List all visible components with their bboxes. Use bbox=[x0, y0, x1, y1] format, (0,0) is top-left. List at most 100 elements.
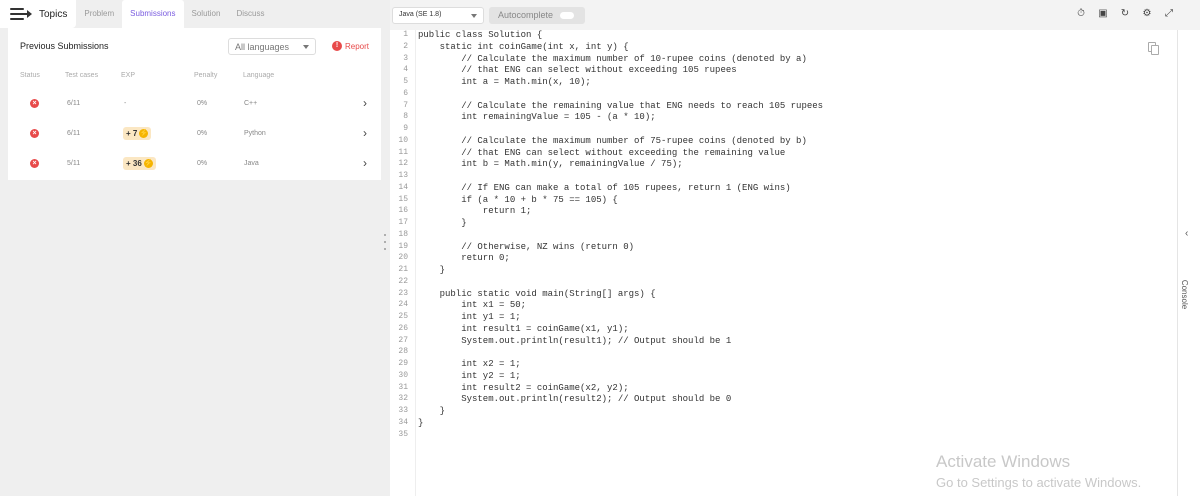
menu-icon bbox=[10, 8, 32, 20]
code-line[interactable]: // Otherwise, NZ wins (return 0) bbox=[418, 242, 634, 252]
language-filter-value: All languages bbox=[235, 42, 290, 52]
submission-row[interactable]: × 6/11 - 0% C++ › bbox=[8, 89, 381, 119]
line-number: 22 bbox=[398, 276, 408, 286]
failed-icon: × bbox=[30, 99, 39, 108]
test-cases: 5/11 bbox=[67, 160, 81, 167]
code-line[interactable]: static int coinGame(int x, int y) { bbox=[418, 42, 629, 52]
submission-row[interactable]: × 5/11 + 36 ⚡ 0% Java › bbox=[8, 149, 381, 179]
tab-discuss[interactable]: Discuss bbox=[228, 0, 272, 28]
chevron-left-icon[interactable]: ‹ bbox=[1185, 228, 1188, 239]
code-line[interactable]: } bbox=[418, 418, 423, 428]
resize-handle[interactable] bbox=[384, 234, 387, 255]
language-select[interactable]: Java (SE 1.8) bbox=[392, 7, 484, 24]
fullscreen-icon[interactable]: ⤢ bbox=[1163, 8, 1175, 20]
console-label: Console bbox=[1180, 279, 1190, 310]
language: Java bbox=[244, 160, 259, 167]
editor-toolbar: Java (SE 1.8) Autocomplete ⏱ ▣ ↻ ⚙ ⤢ bbox=[390, 0, 1200, 30]
code-line[interactable]: int y2 = 1; bbox=[418, 371, 520, 381]
code-line[interactable]: int remainingValue = 105 - (a * 10); bbox=[418, 112, 655, 122]
top-nav: Topics Problem Submissions Solution Disc… bbox=[0, 0, 390, 28]
language: Python bbox=[244, 130, 266, 137]
exp-badge: + 36 ⚡ bbox=[123, 157, 156, 170]
code-line[interactable]: System.out.println(result1); // Output s… bbox=[418, 336, 731, 346]
line-gutter: 1 2 3 4 5 6 7 8 9 10 11 12 13 14 15 16 17 18 19 20 21 22 23 24 2… bbox=[390, 30, 416, 496]
gear-icon[interactable]: ⚙ bbox=[1141, 8, 1153, 20]
line-number: 28 bbox=[398, 347, 408, 357]
language: C++ bbox=[244, 100, 258, 107]
line-number: 30 bbox=[398, 370, 408, 380]
line-number: 14 bbox=[398, 182, 408, 192]
chevron-right-icon[interactable]: › bbox=[363, 96, 367, 110]
code-line[interactable]: return 0; bbox=[418, 253, 510, 263]
code-line[interactable]: // Calculate the remaining value that EN… bbox=[418, 101, 823, 111]
code-line[interactable]: } bbox=[418, 406, 445, 416]
code-line[interactable]: System.out.println(result2); // Output s… bbox=[418, 394, 731, 404]
code-line[interactable]: int y1 = 1; bbox=[418, 312, 520, 322]
line-number: 18 bbox=[398, 229, 408, 239]
line-number: 34 bbox=[398, 417, 408, 427]
line-number: 32 bbox=[398, 394, 408, 404]
exp-badge: + 7 ⚡ bbox=[123, 127, 152, 140]
tab-solution[interactable]: Solution bbox=[184, 0, 229, 28]
header-exp: EXP bbox=[121, 72, 136, 79]
header-penalty: Penalty bbox=[194, 72, 218, 79]
code-editor[interactable]: 1 2 3 4 5 6 7 8 9 10 11 12 13 14 15 16 17 18 19 20 21 22 23 24 2… bbox=[390, 30, 1177, 496]
code-line[interactable]: public static void main(String[] args) { bbox=[418, 289, 656, 299]
code-line[interactable]: int x2 = 1; bbox=[418, 359, 520, 369]
console-bar[interactable]: ‹ Console bbox=[1177, 30, 1200, 496]
code-line[interactable]: // If ENG can make a total of 105 rupees… bbox=[418, 183, 790, 193]
code-line[interactable]: int result1 = coinGame(x1, y1); bbox=[418, 324, 628, 334]
line-number: 25 bbox=[398, 312, 408, 321]
code-line[interactable]: // that ENG can select without exceeding… bbox=[418, 148, 785, 158]
windows-watermark: Activate Windows Go to Settings to activ… bbox=[936, 452, 1141, 490]
save-icon[interactable]: ▣ bbox=[1097, 8, 1109, 20]
chevron-right-icon[interactable]: › bbox=[363, 126, 367, 140]
line-number: 5 bbox=[403, 77, 408, 86]
tab-submissions[interactable]: Submissions bbox=[122, 0, 184, 28]
report-button[interactable]: ! Report bbox=[332, 41, 369, 51]
code-line[interactable]: int a = Math.min(x, 10); bbox=[418, 77, 591, 87]
line-number: 2 bbox=[403, 41, 408, 51]
code-line[interactable]: return 1; bbox=[418, 206, 532, 216]
chevron-right-icon[interactable]: › bbox=[363, 156, 367, 170]
topics-label: Topics bbox=[39, 8, 68, 20]
line-number: 33 bbox=[398, 406, 408, 415]
code-line[interactable]: int b = Math.min(y, remainingValue / 75)… bbox=[418, 159, 682, 169]
report-label: Report bbox=[345, 41, 370, 51]
left-panel: Topics Problem Submissions Solution Disc… bbox=[0, 0, 390, 496]
test-cases: 6/11 bbox=[67, 130, 81, 137]
line-number: 24 bbox=[398, 300, 408, 310]
toggle-switch[interactable] bbox=[560, 12, 574, 19]
submission-row[interactable]: × 6/11 + 7 ⚡ 0% Python › bbox=[8, 119, 381, 149]
watermark-title: Activate Windows bbox=[936, 452, 1071, 471]
topics-button[interactable]: Topics bbox=[0, 0, 77, 28]
submissions-card: Previous Submissions All languages ! Rep… bbox=[8, 28, 381, 180]
autocomplete-toggle[interactable]: Autocomplete bbox=[489, 7, 585, 24]
line-number: 10 bbox=[398, 135, 408, 145]
code-line[interactable]: } bbox=[418, 265, 445, 275]
language-filter[interactable]: All languages bbox=[228, 38, 316, 55]
line-number: 20 bbox=[398, 253, 408, 263]
failed-icon: × bbox=[30, 129, 39, 138]
timer-icon[interactable]: ⏱ bbox=[1075, 8, 1087, 20]
test-cases: 6/11 bbox=[67, 100, 81, 107]
line-number: 15 bbox=[398, 194, 408, 204]
tab-problem[interactable]: Problem bbox=[76, 0, 122, 28]
code-line[interactable]: // Calculate the maximum number of 75-ru… bbox=[418, 136, 807, 146]
reset-icon[interactable]: ↻ bbox=[1119, 8, 1131, 20]
line-number: 16 bbox=[398, 206, 408, 216]
line-number: 26 bbox=[398, 323, 408, 333]
autocomplete-label: Autocomplete bbox=[498, 10, 554, 20]
code-line[interactable]: public class Solution { bbox=[418, 30, 542, 40]
line-number: 13 bbox=[398, 171, 408, 180]
copy-icon[interactable] bbox=[1148, 42, 1159, 55]
line-number: 9 bbox=[403, 124, 408, 133]
code-line[interactable]: } bbox=[418, 218, 466, 228]
code-line[interactable]: if (a * 10 + b * 75 == 105) { bbox=[418, 195, 618, 205]
code-line[interactable]: // that ENG can select without exceeding… bbox=[418, 65, 736, 75]
line-number: 1 bbox=[403, 30, 408, 39]
code-line[interactable]: int x1 = 50; bbox=[418, 300, 526, 310]
code-line[interactable]: // Calculate the maximum number of 10-ru… bbox=[418, 54, 807, 64]
exp-value: + 36 bbox=[126, 159, 142, 168]
code-line[interactable]: int result2 = coinGame(x2, y2); bbox=[418, 383, 628, 393]
